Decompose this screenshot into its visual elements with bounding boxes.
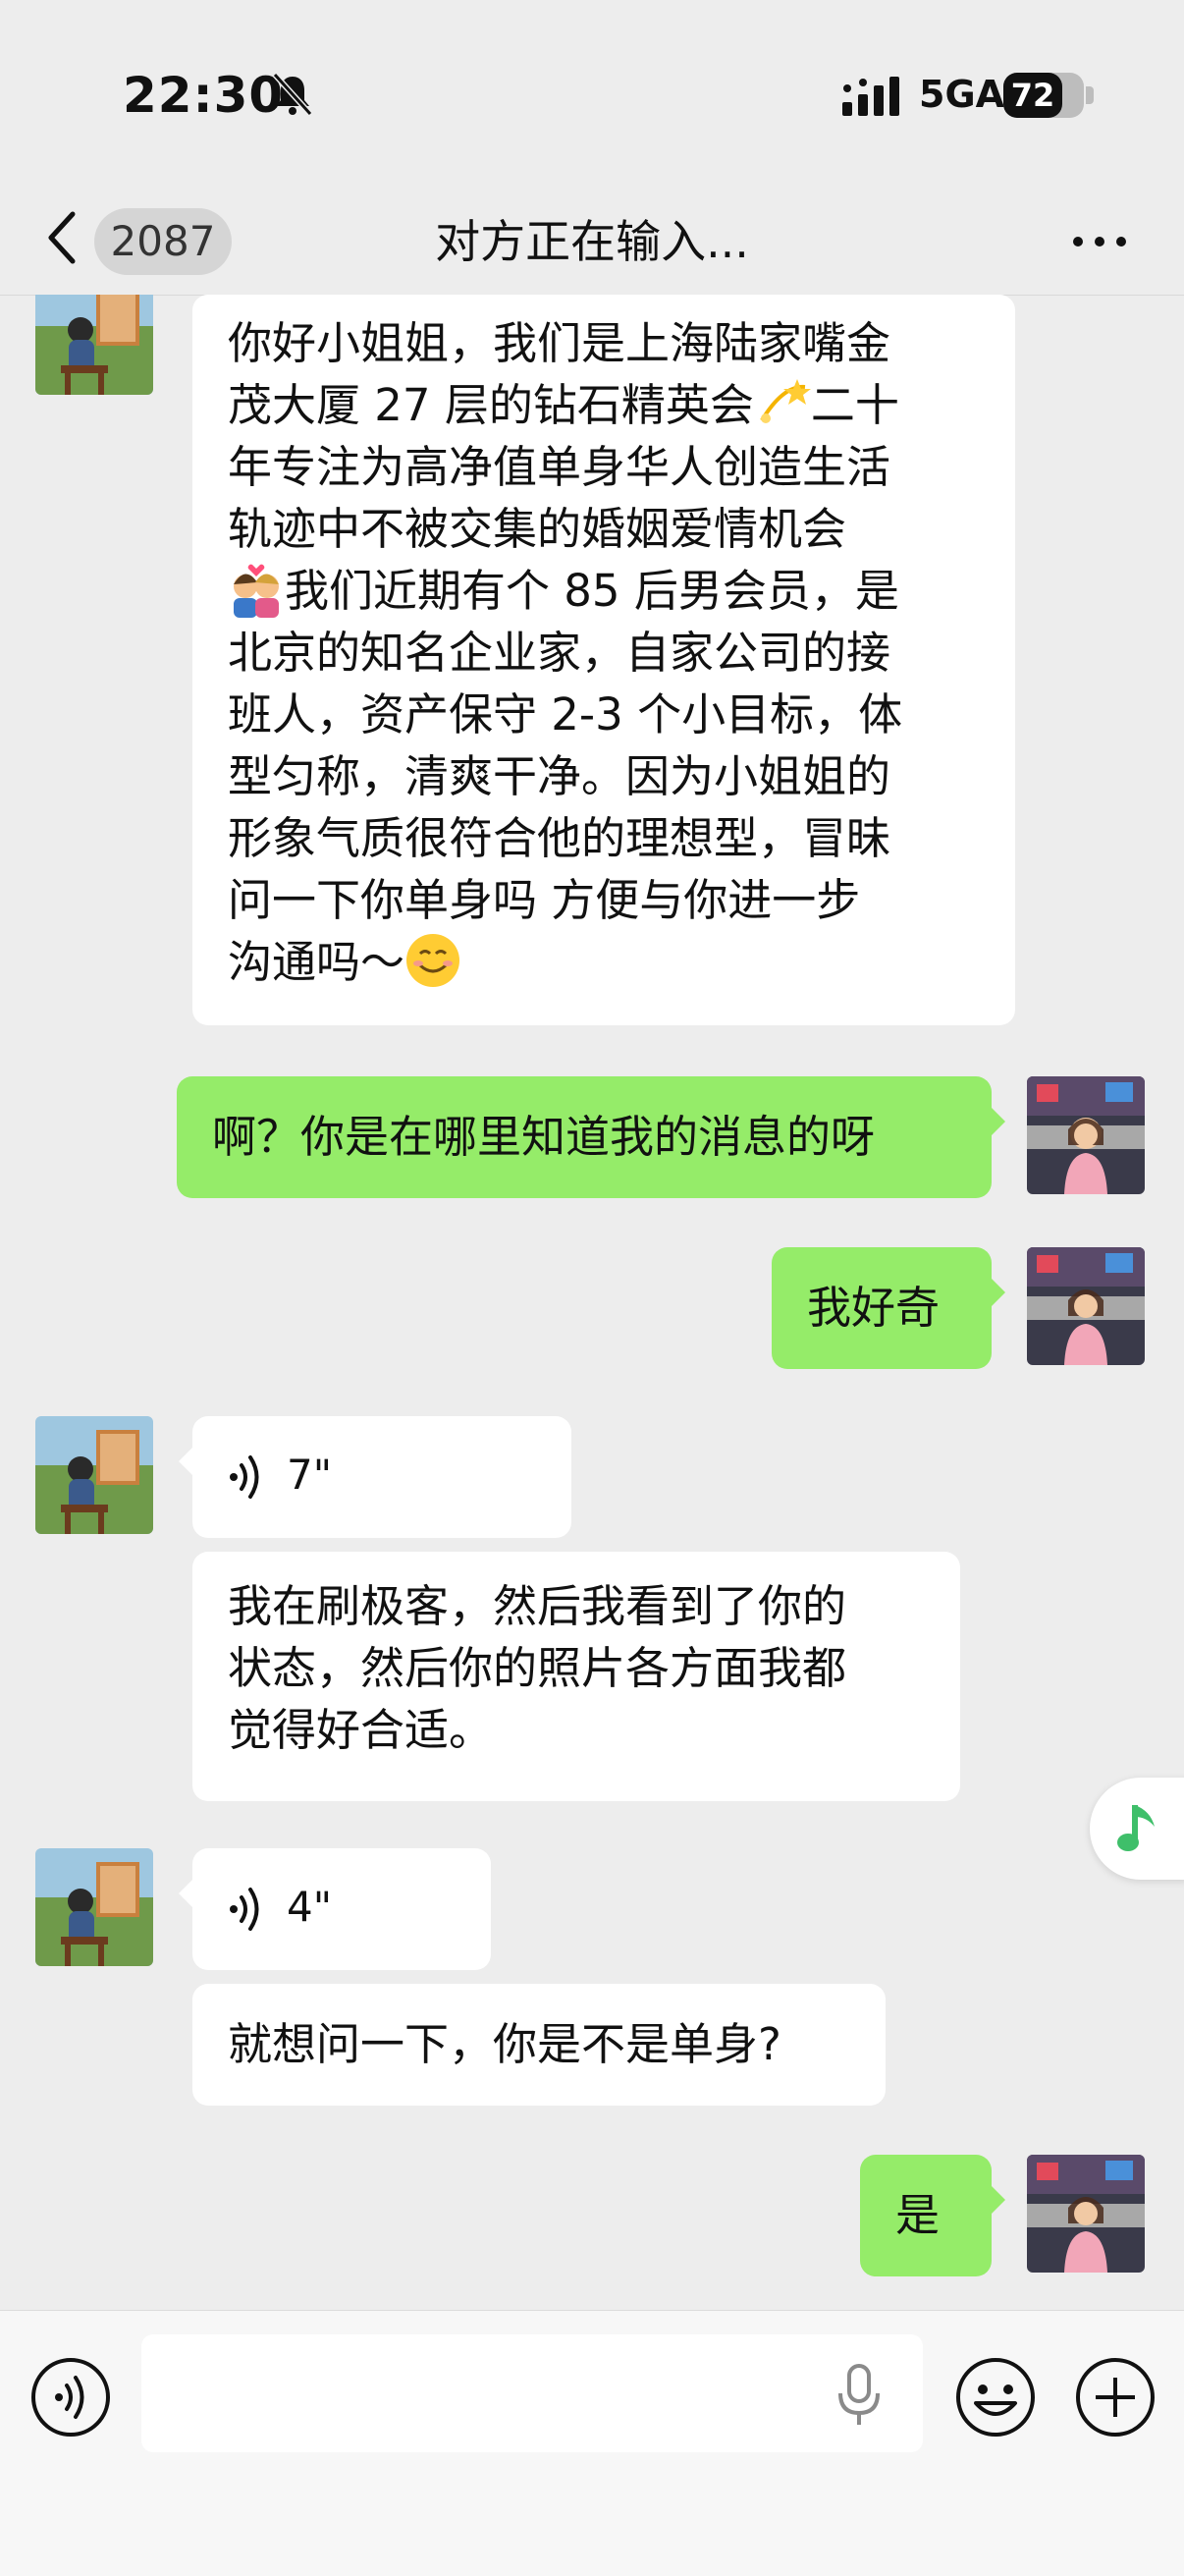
back-chevron-icon[interactable] xyxy=(43,208,82,267)
voice-wave-icon xyxy=(230,1455,259,1499)
my-avatar[interactable] xyxy=(1027,1076,1145,1194)
voice-mode-icon[interactable] xyxy=(29,2356,112,2439)
network-type: 5GA xyxy=(919,73,1005,116)
microphone-icon[interactable] xyxy=(836,2364,882,2427)
message-bubble-received[interactable]: 我在刷极客，然后我看到了你的 状态，然后你的照片各方面我都 觉得好合适。 xyxy=(192,1552,960,1801)
emoji-icon[interactable] xyxy=(954,2356,1037,2439)
bell-muted-icon xyxy=(272,72,313,117)
message-bubble-sent[interactable]: 啊？你是在哪里知道我的消息的呀 xyxy=(177,1076,1005,1198)
message-bubble-sent[interactable]: 我好奇 xyxy=(772,1247,1005,1369)
couple-kiss-emoji xyxy=(234,564,279,618)
input-bar xyxy=(0,2310,1184,2576)
unread-count-badge[interactable]: 2087 xyxy=(94,208,232,275)
dizzy-star-emoji xyxy=(760,379,811,423)
my-avatar[interactable] xyxy=(1027,1247,1145,1365)
signal-icon xyxy=(842,77,899,116)
message-input[interactable] xyxy=(141,2334,923,2452)
contact-avatar[interactable] xyxy=(35,295,153,395)
battery-level: 72 xyxy=(1010,77,1055,114)
status-time: 22:30 xyxy=(123,67,285,124)
battery-icon: 72 xyxy=(1003,73,1084,118)
my-avatar[interactable] xyxy=(1027,2155,1145,2273)
voice-wave-icon xyxy=(230,1888,259,1931)
voice-message[interactable]: 4" xyxy=(179,1848,491,1970)
contact-avatar[interactable] xyxy=(35,1848,153,1966)
more-icon[interactable] xyxy=(1070,232,1129,251)
message-list[interactable]: 你好小姐姐，我们是上海陆家嘴金 茂大厦 27 层的钻石精英会 二十 年专注为高净值… xyxy=(0,295,1184,2310)
voice-duration: 4" xyxy=(287,1883,333,1931)
music-note-icon xyxy=(1117,1805,1155,1851)
voice-duration: 7" xyxy=(287,1451,333,1499)
plus-icon[interactable] xyxy=(1074,2356,1157,2439)
battery-cap xyxy=(1086,86,1094,104)
contact-avatar[interactable] xyxy=(35,1416,153,1534)
smiling-face-emoji xyxy=(406,934,460,987)
voice-message[interactable]: 7" xyxy=(179,1416,571,1538)
status-bar: 22:30 5GA 72 xyxy=(0,0,1184,187)
floating-music-button[interactable] xyxy=(1090,1778,1184,1880)
message-bubble-received[interactable]: 你好小姐姐，我们是上海陆家嘴金 茂大厦 27 层的钻石精英会 二十 年专注为高净值… xyxy=(192,295,1015,1025)
message-bubble-sent[interactable]: 是 xyxy=(860,2155,1005,2276)
message-bubble-received[interactable]: 就想问一下，你是不是单身? xyxy=(192,1984,886,2106)
chat-header: 对方正在输入... 2087 xyxy=(0,187,1184,296)
